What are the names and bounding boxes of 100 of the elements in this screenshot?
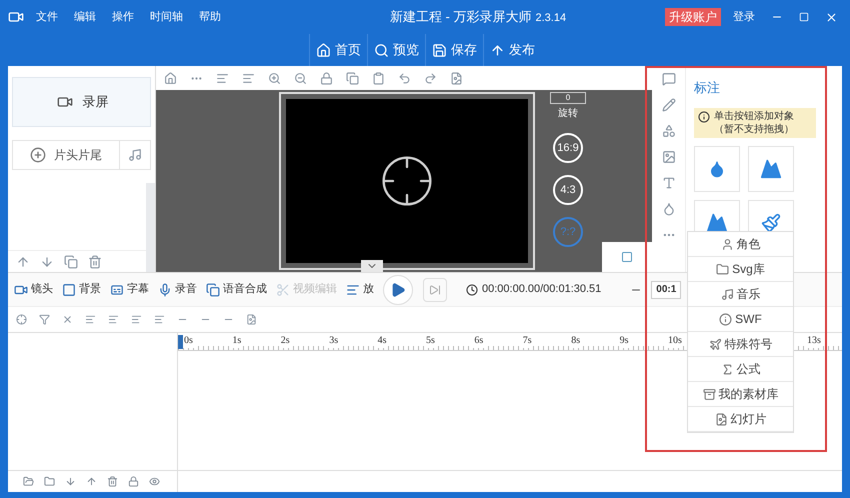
plane-icon <box>708 338 722 350</box>
zoom-out-icon[interactable] <box>294 72 307 84</box>
home-icon[interactable] <box>164 72 177 84</box>
zoom-field[interactable]: 00:1 <box>651 280 682 298</box>
shapes-icon[interactable] <box>662 124 676 138</box>
move-down-icon[interactable] <box>40 255 54 269</box>
align-left-icon[interactable] <box>85 314 96 325</box>
popup-menu-item[interactable]: 角色 <box>688 232 793 257</box>
save-icon <box>432 42 447 58</box>
menu-item[interactable]: 文件 <box>36 8 58 26</box>
close-icon[interactable] <box>825 10 838 24</box>
toolbar-button[interactable]: 录音 <box>158 281 197 298</box>
zoom-in-icon[interactable] <box>268 72 281 84</box>
menu-item[interactable]: 帮助 <box>199 8 221 26</box>
maximize-icon[interactable] <box>799 12 809 22</box>
panel-title: 标注 <box>694 79 721 97</box>
play-icon <box>390 282 406 298</box>
pencil-icon[interactable] <box>662 98 676 112</box>
text-icon[interactable] <box>662 176 676 190</box>
rotation-field[interactable]: 0 <box>550 92 586 104</box>
copy-icon[interactable] <box>346 72 359 84</box>
lines-icon <box>346 282 360 296</box>
scrollbar[interactable] <box>146 183 155 272</box>
ruler-label: 4s <box>376 333 388 348</box>
lock-icon[interactable] <box>320 72 333 84</box>
login-link[interactable]: 登录 <box>733 8 755 26</box>
brush-icon <box>761 212 781 232</box>
move-up-icon[interactable] <box>16 255 30 269</box>
ruler-label: 1s <box>231 333 242 348</box>
ruler-label: 0s <box>183 333 194 348</box>
music-note-icon <box>720 288 734 300</box>
align-icon[interactable] <box>216 72 229 84</box>
align-bottom-icon[interactable] <box>154 314 165 325</box>
person-icon <box>720 238 734 250</box>
ruler-label: 2s <box>280 333 291 348</box>
copy-icon[interactable] <box>64 255 78 269</box>
droplet-tool-button[interactable] <box>694 146 740 192</box>
play-button[interactable] <box>383 274 413 304</box>
delete-icon[interactable] <box>107 476 118 487</box>
folder-icon[interactable] <box>44 476 55 487</box>
music-list-icon[interactable] <box>128 148 142 162</box>
caption-icon <box>110 282 124 296</box>
rotation-label: 旋转 <box>558 106 578 121</box>
popup-menu-item[interactable]: SWF <box>688 307 793 332</box>
align-right-icon[interactable] <box>108 314 119 325</box>
toolbar-button[interactable]: 放 <box>346 281 374 298</box>
speech-bubble-icon[interactable] <box>662 72 676 86</box>
move-down-icon[interactable] <box>65 476 76 487</box>
align-center-icon[interactable] <box>242 72 255 84</box>
aspect-ratio-button[interactable]: 4:3 <box>553 175 583 205</box>
move-up-icon[interactable] <box>86 476 97 487</box>
clear-icon[interactable] <box>62 314 73 325</box>
playhead-marker[interactable] <box>178 335 183 349</box>
popup-menu-item[interactable]: 我的素材库 <box>688 382 793 407</box>
filter-icon[interactable] <box>39 314 50 325</box>
aspect-ratio-button[interactable]: 16:9 <box>553 133 583 163</box>
droplet-icon[interactable] <box>662 202 676 216</box>
ruler-label: 9s <box>618 333 630 348</box>
record-button[interactable]: 录屏 <box>12 77 151 127</box>
menu-item[interactable]: 编辑 <box>74 8 96 26</box>
collapse-icon[interactable] <box>361 260 383 272</box>
scissors-icon <box>276 282 290 296</box>
lock-icon[interactable] <box>128 476 139 487</box>
plus-icon <box>30 147 46 163</box>
notice-banner: 单击按钮添加对象（暂不支持拖拽） <box>694 108 816 138</box>
toolbar-button[interactable]: 背景 <box>62 281 101 298</box>
toolbar-button[interactable]: 镜头 <box>14 281 53 298</box>
undo-icon[interactable] <box>398 72 411 84</box>
copy-icon <box>206 282 220 296</box>
window-title: 新建工程 - 万彩录屏大师 <box>390 8 532 26</box>
clock-icon <box>466 284 478 296</box>
mountain-icon <box>758 158 784 180</box>
popup-menu-item[interactable]: 公式 <box>688 357 793 382</box>
folder-icon <box>716 262 730 276</box>
paste-icon[interactable] <box>372 72 385 84</box>
popup-menu-item[interactable]: Svg库 <box>688 257 793 282</box>
toolbar-button[interactable]: 字幕 <box>110 281 149 298</box>
popup-menu-item[interactable]: 音乐 <box>688 282 793 307</box>
align-top-icon[interactable] <box>131 314 142 325</box>
add-folder-icon[interactable] <box>23 476 34 487</box>
mosaic-tool-button[interactable] <box>748 146 794 192</box>
next-frame-button[interactable] <box>423 278 447 302</box>
popup-menu-item[interactable]: 幻灯片 <box>688 407 793 432</box>
redo-icon[interactable] <box>424 72 437 84</box>
popup-menu-item[interactable]: 特殊符号 <box>688 332 793 357</box>
square-icon <box>62 282 76 296</box>
menu-item[interactable]: 操作 <box>112 8 134 26</box>
ruler-label: 10s <box>667 333 683 348</box>
thumbnail-panel[interactable] <box>602 242 652 272</box>
image-icon[interactable] <box>662 150 676 164</box>
delete-icon[interactable] <box>88 255 102 269</box>
note-icon[interactable] <box>246 314 257 325</box>
time-display: 00:00:00.00/00:01:30.51 <box>482 282 602 298</box>
eye-icon[interactable] <box>149 476 160 487</box>
search-icon <box>374 42 389 58</box>
screen-icon <box>619 251 635 263</box>
toolbar-button[interactable]: 语音合成 <box>206 281 267 298</box>
microphone-icon <box>158 282 172 296</box>
menu-item[interactable]: 时间轴 <box>150 8 183 26</box>
ruler-label: 6s <box>473 333 484 348</box>
